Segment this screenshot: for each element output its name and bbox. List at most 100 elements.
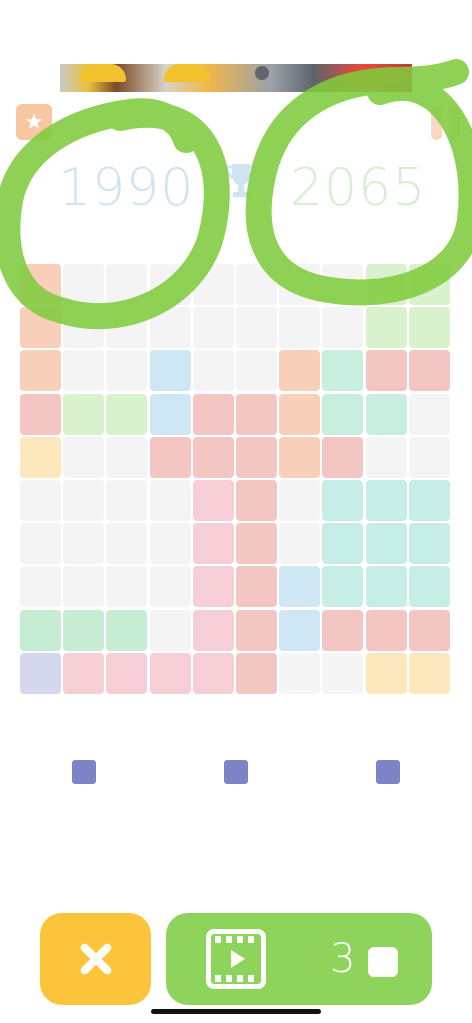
board-cell[interactable] <box>408 436 450 478</box>
board-cell[interactable] <box>20 307 61 349</box>
board-cell[interactable] <box>192 264 234 305</box>
board-cell[interactable] <box>279 609 321 651</box>
board-cell[interactable] <box>106 393 148 435</box>
board-cell[interactable] <box>149 436 191 478</box>
board-cell[interactable] <box>192 350 234 392</box>
board-cell[interactable] <box>236 523 277 565</box>
board-cell[interactable] <box>20 523 61 565</box>
board-cell[interactable] <box>365 307 407 349</box>
board-cell[interactable] <box>106 350 148 392</box>
board-cell[interactable] <box>63 264 105 305</box>
board-cell[interactable] <box>408 350 450 392</box>
board-cell[interactable] <box>106 566 148 608</box>
board-cell[interactable] <box>63 307 105 349</box>
board-cell[interactable] <box>20 393 61 435</box>
board-cell[interactable] <box>365 264 407 305</box>
pause-button[interactable] <box>431 106 465 144</box>
board-cell[interactable] <box>322 307 364 349</box>
board-cell[interactable] <box>192 566 234 608</box>
board-cell[interactable] <box>322 264 364 305</box>
board-cell[interactable] <box>322 609 364 651</box>
board-cell[interactable] <box>63 393 105 435</box>
board-cell[interactable] <box>149 264 191 305</box>
board-cell[interactable] <box>106 523 148 565</box>
board-cell[interactable] <box>106 480 148 521</box>
board-cell[interactable] <box>149 566 191 608</box>
board-cell[interactable] <box>63 609 105 651</box>
board-cell[interactable] <box>149 652 191 694</box>
board-cell[interactable] <box>192 652 234 694</box>
board-cell[interactable] <box>63 566 105 608</box>
board-cell[interactable] <box>20 609 61 651</box>
board-cell[interactable] <box>63 480 105 521</box>
board-cell[interactable] <box>365 523 407 565</box>
board-cell[interactable] <box>236 480 277 521</box>
board-cell[interactable] <box>149 350 191 392</box>
board-cell[interactable] <box>322 350 364 392</box>
board-cell[interactable] <box>365 393 407 435</box>
board-cell[interactable] <box>149 393 191 435</box>
board-cell[interactable] <box>408 652 450 694</box>
board-cell[interactable] <box>149 307 191 349</box>
board-cell[interactable] <box>236 307 277 349</box>
board-cell[interactable] <box>236 652 277 694</box>
board-cell[interactable] <box>279 393 321 435</box>
board-cell[interactable] <box>63 652 105 694</box>
board-cell[interactable] <box>279 350 321 392</box>
board-cell[interactable] <box>279 480 321 521</box>
board-cell[interactable] <box>322 523 364 565</box>
board-cell[interactable] <box>408 307 450 349</box>
board-cell[interactable] <box>408 523 450 565</box>
board-cell[interactable] <box>279 566 321 608</box>
board-cell[interactable] <box>365 350 407 392</box>
board-cell[interactable] <box>365 480 407 521</box>
board-cell[interactable] <box>322 480 364 521</box>
board-cell[interactable] <box>20 652 61 694</box>
board-cell[interactable] <box>63 350 105 392</box>
board-cell[interactable] <box>322 393 364 435</box>
board-cell[interactable] <box>236 393 277 435</box>
board-cell[interactable] <box>236 566 277 608</box>
watch-video-button[interactable]: 3 <box>166 913 432 1005</box>
game-board[interactable] <box>20 264 452 696</box>
board-cell[interactable] <box>279 307 321 349</box>
board-cell[interactable] <box>279 523 321 565</box>
board-cell[interactable] <box>279 652 321 694</box>
board-cell[interactable] <box>106 652 148 694</box>
board-cell[interactable] <box>63 523 105 565</box>
board-cell[interactable] <box>322 566 364 608</box>
board-cell[interactable] <box>149 609 191 651</box>
next-piece[interactable] <box>376 760 400 784</box>
board-cell[interactable] <box>192 393 234 435</box>
board-cell[interactable] <box>106 436 148 478</box>
ad-banner[interactable] <box>60 64 412 92</box>
board-cell[interactable] <box>408 609 450 651</box>
board-cell[interactable] <box>322 436 364 478</box>
board-cell[interactable] <box>408 264 450 305</box>
board-cell[interactable] <box>63 436 105 478</box>
board-cell[interactable] <box>365 436 407 478</box>
board-cell[interactable] <box>236 609 277 651</box>
board-cell[interactable] <box>192 307 234 349</box>
board-cell[interactable] <box>20 350 61 392</box>
close-button[interactable] <box>40 913 151 1005</box>
board-cell[interactable] <box>192 523 234 565</box>
board-cell[interactable] <box>149 480 191 521</box>
board-cell[interactable] <box>106 609 148 651</box>
board-cell[interactable] <box>20 566 61 608</box>
board-cell[interactable] <box>365 652 407 694</box>
board-cell[interactable] <box>192 480 234 521</box>
board-cell[interactable] <box>279 264 321 305</box>
board-cell[interactable] <box>149 523 191 565</box>
board-cell[interactable] <box>106 307 148 349</box>
board-cell[interactable] <box>408 566 450 608</box>
next-piece[interactable] <box>224 760 248 784</box>
board-cell[interactable] <box>20 436 61 478</box>
board-cell[interactable] <box>236 436 277 478</box>
board-cell[interactable] <box>236 264 277 305</box>
board-cell[interactable] <box>408 393 450 435</box>
home-indicator[interactable] <box>151 1009 321 1014</box>
board-cell[interactable] <box>192 436 234 478</box>
board-cell[interactable] <box>365 566 407 608</box>
board-cell[interactable] <box>279 436 321 478</box>
